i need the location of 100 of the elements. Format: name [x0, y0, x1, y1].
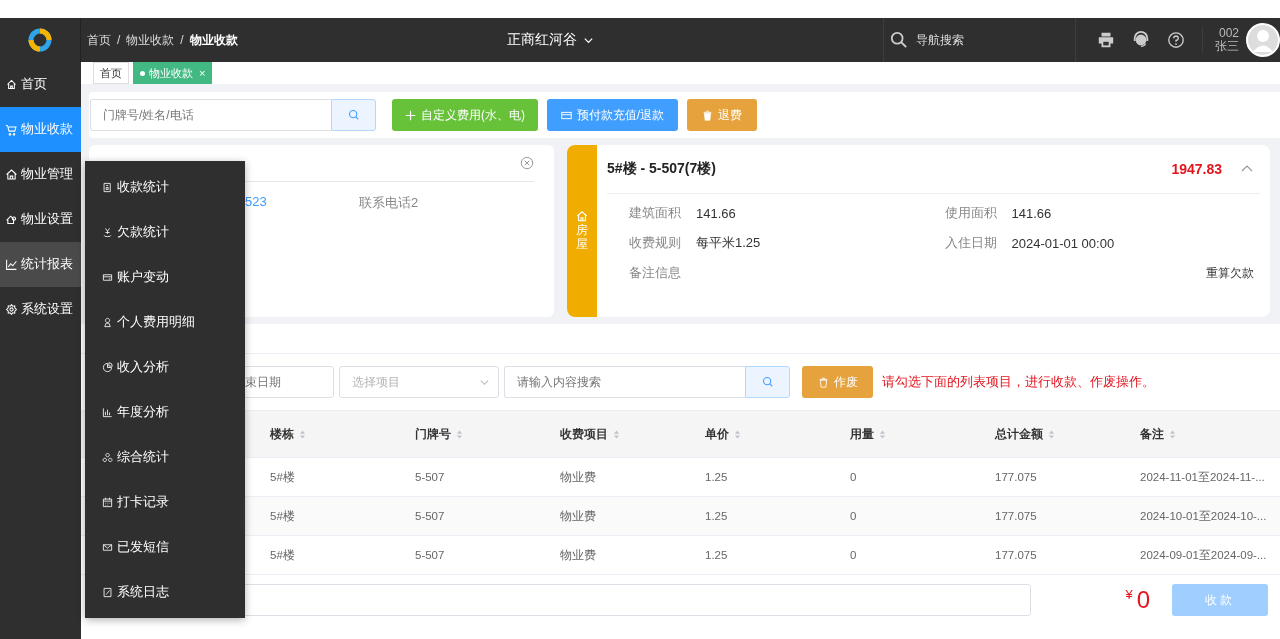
field-value: 每平米1.25 — [696, 234, 761, 252]
table-cell-text: 5-507 — [414, 510, 446, 522]
sidebar-item[interactable]: 系统设置 — [0, 287, 81, 332]
table-cell-text: 2024-11-01至2024-11-... — [1139, 469, 1266, 485]
submenu-item[interactable]: 系统日志 — [85, 570, 245, 615]
user-name: 张三 — [1215, 40, 1239, 53]
field-value: 2024-01-01 00:00 — [1011, 235, 1115, 251]
clear-icon[interactable] — [520, 156, 534, 170]
table-cell-text: 物业费 — [559, 469, 597, 485]
house-title: 5#楼 - 5-507(7楼) — [607, 160, 717, 178]
sidebar-item[interactable]: 首页 — [0, 62, 81, 107]
gear-house-icon — [5, 213, 18, 226]
sort-icon[interactable] — [613, 428, 620, 440]
breadcrumb-separator: / — [180, 33, 184, 47]
submenu-item[interactable]: 欠款统计 — [85, 210, 245, 255]
submenu-item[interactable]: 已发短信 — [85, 525, 245, 570]
breadcrumb-link[interactable]: 物业收款 — [126, 31, 175, 49]
table-cell-text: 物业费 — [559, 508, 597, 524]
table-cell-text: 1.25 — [704, 471, 729, 483]
breadcrumb-link[interactable]: 物业收款 — [189, 31, 238, 49]
plus-icon — [405, 109, 416, 121]
sort-icon[interactable] — [1048, 428, 1055, 440]
table-cell-text: 2024-10-01至2024-10-... — [1139, 508, 1268, 524]
column-header[interactable]: 总计金额 — [985, 426, 1130, 442]
sort-icon[interactable] — [734, 428, 741, 440]
printer-icon[interactable] — [1097, 31, 1115, 49]
community-selector[interactable]: 正商红河谷 — [507, 31, 883, 49]
trash-icon — [817, 376, 829, 388]
gear-icon — [5, 303, 18, 316]
field-value: 141.66 — [696, 205, 736, 221]
phone-label: 联系电话2 — [359, 194, 419, 212]
headset-icon[interactable] — [1132, 31, 1150, 49]
amount-due: 1947.83 — [1171, 161, 1222, 177]
field-label: 备注信息 — [629, 264, 681, 282]
table-cell-text: 0 — [849, 549, 858, 561]
sidebar-item[interactable]: 物业设置 — [0, 197, 81, 242]
sort-icon[interactable] — [1169, 428, 1176, 440]
card-icon — [102, 272, 113, 283]
sort-icon[interactable] — [879, 428, 886, 440]
table-cell-text: 2024-09-01至2024-09-... — [1139, 547, 1268, 563]
sort-icon[interactable] — [456, 428, 463, 440]
total-amount: $^{¥}$ 0 — [1125, 586, 1150, 614]
table-cell-text: 5#楼 — [269, 469, 296, 485]
cart-icon — [5, 123, 18, 136]
table-cell-text: 0 — [849, 510, 858, 522]
breadcrumb-link[interactable]: 首页 — [87, 31, 111, 49]
column-header[interactable]: 收费项目 — [550, 426, 695, 442]
help-icon[interactable] — [1167, 31, 1185, 49]
mail-icon — [102, 542, 113, 553]
field-label: 使用面积 — [944, 204, 997, 222]
pie-icon — [102, 362, 113, 373]
hint-text: 请勾选下面的列表项目，进行收款、作废操作。 — [882, 373, 1155, 391]
column-header[interactable]: 门牌号 — [405, 426, 550, 442]
table-cell-text: 物业费 — [559, 547, 597, 563]
column-header[interactable]: 用量 — [840, 426, 985, 442]
column-header[interactable]: 备注 — [1130, 426, 1280, 442]
table-cell-text: 1.25 — [704, 549, 729, 561]
coin-icon — [102, 227, 113, 238]
search-field[interactable]: 请输入内容搜索 — [504, 366, 745, 398]
person-icon — [102, 317, 113, 328]
cluster-icon — [102, 452, 113, 463]
table-cell-text: 177.075 — [994, 549, 1038, 561]
search-field[interactable]: 门牌号/姓名/电话 — [90, 99, 331, 131]
avatar-icon[interactable] — [1246, 23, 1280, 57]
user-code: 002 — [1218, 27, 1239, 40]
chart-icon — [5, 258, 18, 271]
submenu-item[interactable]: 综合统计 — [85, 435, 245, 480]
calendar-icon — [102, 497, 113, 508]
table-cell-text: 5#楼 — [269, 508, 296, 524]
field-label: 收费规则 — [629, 234, 681, 252]
search-button[interactable] — [745, 366, 790, 398]
column-header[interactable]: 单价 — [695, 426, 840, 442]
field-value: 141.66 — [1011, 205, 1052, 221]
search-button[interactable] — [331, 99, 376, 131]
search-icon — [890, 31, 908, 49]
table-cell-text: 5#楼 — [269, 547, 296, 563]
logo-icon — [28, 28, 52, 52]
card-icon — [560, 109, 572, 121]
note-icon — [102, 587, 113, 598]
table-cell-text: 5-507 — [414, 471, 446, 483]
breadcrumb-separator: / — [117, 33, 121, 47]
field-label: 入住日期 — [944, 234, 997, 252]
submenu-item[interactable]: 收款统计 — [85, 165, 245, 210]
house-badge: 房屋 — [567, 145, 597, 317]
submenu-item[interactable]: 打卡记录 — [85, 480, 245, 525]
submenu-item[interactable]: 个人费用明细 — [85, 300, 245, 345]
submenu-item[interactable]: 账户变动 — [85, 255, 245, 300]
table-cell-text: 5-507 — [414, 549, 446, 561]
sidebar-item[interactable]: 物业管理 — [0, 152, 81, 197]
table-cell-text: 0 — [849, 471, 858, 483]
field-label: 建筑面积 — [629, 204, 681, 222]
column-header[interactable]: 楼栋 — [260, 426, 405, 442]
doc-icon — [102, 182, 113, 193]
recalculate-link[interactable]: 重算欠款 — [1206, 265, 1254, 282]
sort-icon[interactable] — [299, 428, 306, 440]
search-icon — [761, 376, 774, 388]
page-tab[interactable]: 首页 — [93, 62, 129, 84]
sidebar-item[interactable]: 统计报表 — [0, 242, 81, 287]
table-cell-text: 177.075 — [994, 510, 1038, 522]
search-icon — [347, 109, 360, 121]
